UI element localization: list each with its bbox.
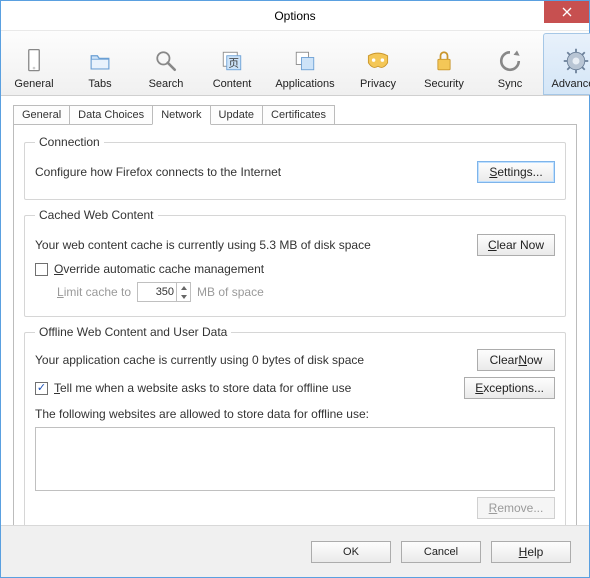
offline-sites-listbox[interactable] [35, 427, 555, 491]
cache-limit-spinner[interactable]: 350 [137, 282, 191, 302]
connection-legend: Connection [35, 135, 104, 149]
toolbar-item-content[interactable]: 页 Content [199, 33, 265, 95]
toolbar-item-advanced[interactable]: Advanced [543, 33, 590, 95]
dialog-footer: OK Cancel Help [1, 525, 589, 577]
sync-icon [496, 47, 524, 75]
network-tabpage: Connection Configure how Firefox connect… [13, 124, 577, 554]
svg-text:页: 页 [229, 57, 240, 69]
toolbar-item-privacy[interactable]: Privacy [345, 33, 411, 95]
offline-usage: Your application cache is currently usin… [35, 353, 477, 367]
cache-legend: Cached Web Content [35, 208, 158, 222]
applications-icon [291, 47, 319, 75]
spinner-down[interactable] [177, 292, 190, 301]
smartphone-icon [20, 47, 48, 75]
window-title: Options [274, 9, 315, 23]
cancel-button[interactable]: Cancel [401, 541, 481, 563]
settings-button[interactable]: Settings... [477, 161, 555, 183]
tab-certificates[interactable]: Certificates [262, 105, 335, 125]
checkbox-checked-icon [35, 382, 48, 395]
options-toolbar: General Tabs Search 页 Content Applicatio… [1, 31, 589, 96]
remove-button[interactable]: Remove... [477, 497, 555, 519]
toolbar-item-sync[interactable]: Sync [477, 33, 543, 95]
exceptions-button[interactable]: Exceptions... [464, 377, 555, 399]
connection-desc: Configure how Firefox connects to the In… [35, 165, 477, 179]
lock-icon [430, 47, 458, 75]
titlebar: Options [1, 1, 589, 31]
override-cache-checkbox[interactable]: Override automatic cache management [35, 262, 555, 276]
toolbar-item-search[interactable]: Search [133, 33, 199, 95]
checkbox-icon [35, 263, 48, 276]
clear-cache-button[interactable]: Clear Now [477, 234, 555, 256]
cache-group: Cached Web Content Your web content cach… [24, 208, 566, 317]
connection-group: Connection Configure how Firefox connect… [24, 135, 566, 200]
sub-tabs: General Data Choices Network Update Cert… [13, 104, 577, 124]
tab-general[interactable]: General [13, 105, 70, 125]
tab-update[interactable]: Update [210, 105, 263, 125]
ok-button[interactable]: OK [311, 541, 391, 563]
cache-usage: Your web content cache is currently usin… [35, 238, 477, 252]
toolbar-item-applications[interactable]: Applications [265, 33, 345, 95]
tab-network[interactable]: Network [152, 105, 210, 125]
folder-icon [86, 47, 114, 75]
advanced-panel: General Data Choices Network Update Cert… [1, 96, 589, 554]
tell-me-checkbox[interactable]: Tell me when a website asks to store dat… [35, 381, 351, 395]
help-button[interactable]: Help [491, 541, 571, 563]
tab-data-choices[interactable]: Data Choices [69, 105, 153, 125]
close-icon [562, 7, 572, 17]
offline-legend: Offline Web Content and User Data [35, 325, 231, 339]
toolbar-item-security[interactable]: Security [411, 33, 477, 95]
search-icon [152, 47, 180, 75]
offline-group: Offline Web Content and User Data Your a… [24, 325, 566, 530]
spinner-up[interactable] [177, 283, 190, 292]
offline-following-label: The following websites are allowed to st… [35, 407, 555, 421]
toolbar-item-general[interactable]: General [1, 33, 67, 95]
close-button[interactable] [544, 1, 589, 23]
toolbar-item-tabs[interactable]: Tabs [67, 33, 133, 95]
gear-icon [562, 47, 590, 75]
content-icon: 页 [218, 47, 246, 75]
limit-cache-row: Limit cache to 350 MB of space [57, 282, 555, 302]
clear-offline-button[interactable]: Clear Now [477, 349, 555, 371]
mask-icon [364, 47, 392, 75]
